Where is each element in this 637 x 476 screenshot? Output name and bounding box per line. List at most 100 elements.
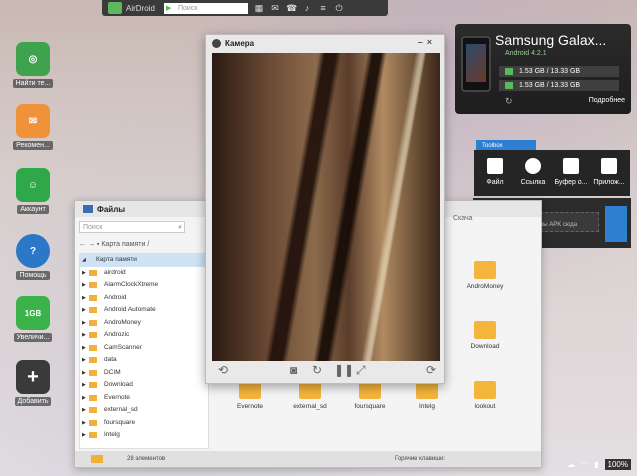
- pause-icon[interactable]: ❚❚: [334, 363, 354, 377]
- folder-label: foursquare: [354, 403, 386, 410]
- expand-icon[interactable]: ▶: [82, 417, 86, 430]
- folder-icon: [83, 205, 93, 213]
- close-icon[interactable]: ×: [427, 37, 436, 47]
- expand-icon[interactable]: ▶: [82, 304, 86, 317]
- mail-icon: ✉: [16, 104, 50, 138]
- folder-label: Download: [470, 343, 500, 350]
- tree-item[interactable]: ▶ Android: [80, 292, 208, 305]
- expand-icon[interactable]: ▶: [82, 279, 86, 292]
- tree-label: Androzic: [104, 331, 130, 338]
- tree-root[interactable]: ◢ Карта памяти: [80, 254, 208, 267]
- details-link[interactable]: Подробнее: [589, 97, 625, 104]
- expand-icon[interactable]: ▶: [82, 292, 86, 305]
- folder-item[interactable]: Download: [455, 321, 515, 350]
- tree-item[interactable]: ▶ data: [80, 354, 208, 367]
- files-search-input[interactable]: Поиск ⌕: [79, 221, 185, 233]
- device-name: Samsung Galax...: [495, 32, 607, 48]
- cloud-icon[interactable]: ☁: [567, 460, 575, 469]
- camera-icon: [212, 38, 221, 48]
- dock-add[interactable]: + Добавить: [6, 360, 60, 406]
- tree-item[interactable]: ▶ Intelg: [80, 429, 208, 442]
- breadcrumb[interactable]: ← → ▪ Карта памяти /: [79, 239, 149, 251]
- refresh-icon[interactable]: ↻: [505, 96, 513, 107]
- expand-icon[interactable]: ▶: [82, 317, 86, 330]
- dock-recommend[interactable]: ✉ Рекомен...: [6, 104, 60, 150]
- snapshot-icon[interactable]: ◙: [290, 363, 297, 377]
- tool-clipboard[interactable]: Буфер о...: [552, 158, 590, 196]
- folder-item[interactable]: external_sd: [280, 381, 340, 410]
- tool-apps[interactable]: Прилож...: [590, 158, 628, 196]
- tree-item[interactable]: ▶ Evernote: [80, 392, 208, 405]
- power-icon[interactable]: ⏻: [334, 3, 344, 13]
- locate-icon: ◎: [16, 42, 50, 76]
- tree-item[interactable]: ▶ Download: [80, 379, 208, 392]
- airdroid-logo-icon: [108, 2, 122, 14]
- expand-icon[interactable]: ▶: [82, 404, 86, 417]
- rotate-icon[interactable]: ↻: [312, 363, 322, 377]
- expand-icon[interactable]: ▶: [82, 267, 86, 280]
- minimize-icon[interactable]: –: [418, 37, 427, 47]
- folder-tree: ◢ Карта памяти ▶ airdroid ▶ AlarmClockXtrem…: [79, 253, 209, 449]
- phone-icon[interactable]: ☎: [286, 3, 297, 13]
- collapse-icon[interactable]: ◢: [82, 254, 86, 267]
- forward-icon[interactable]: →: [88, 241, 95, 248]
- expand-icon[interactable]: ▶: [82, 354, 86, 367]
- apk-install-icon[interactable]: [605, 206, 627, 242]
- mail-icon[interactable]: ✉: [270, 3, 280, 13]
- tree-item[interactable]: ▶ external_sd: [80, 404, 208, 417]
- upload-link[interactable]: Скача: [453, 215, 473, 222]
- sync-icon[interactable]: ⟳: [426, 363, 436, 377]
- expand-icon[interactable]: ▶: [82, 429, 86, 442]
- dock-find-phone[interactable]: ◎ Найти те...: [6, 42, 60, 88]
- hotkeys-label[interactable]: Горячие клавиши:: [395, 451, 445, 467]
- menu-icon[interactable]: ≡: [318, 3, 328, 13]
- folder-item[interactable]: Intelg: [397, 381, 457, 410]
- tool-file[interactable]: Файл: [476, 158, 514, 196]
- window-controls[interactable]: –×: [418, 37, 436, 47]
- expand-icon[interactable]: ▶: [82, 329, 86, 342]
- tree-item[interactable]: ▶ Androzic: [80, 329, 208, 342]
- back-icon[interactable]: ←: [79, 241, 86, 248]
- device-os: Android 4.2.1: [505, 50, 547, 57]
- folder-item[interactable]: Evernote: [220, 381, 280, 410]
- folder-icon: [474, 321, 496, 339]
- bell-icon[interactable]: ♪: [302, 3, 312, 13]
- tool-label: Файл: [486, 179, 504, 186]
- fullscreen-icon[interactable]: ⤢: [356, 363, 366, 378]
- dock-increase[interactable]: 1GB Увеличи...: [6, 296, 60, 342]
- help-icon: ?: [16, 234, 50, 268]
- folder-label: Intelg: [419, 403, 435, 410]
- tree-item[interactable]: ▶ Android Automate: [80, 304, 208, 317]
- tree-item[interactable]: ▶ AndroMoney: [80, 317, 208, 330]
- window-title: Камера: [225, 38, 255, 48]
- folder-item[interactable]: AndroMoney: [455, 261, 515, 290]
- tree-item[interactable]: ▶ AlarmClockXtreme: [80, 279, 208, 292]
- search-icon[interactable]: ⌕: [178, 222, 182, 233]
- expand-icon[interactable]: ▶: [82, 392, 86, 405]
- camera-titlebar[interactable]: Камера –×: [206, 35, 444, 51]
- tree-item[interactable]: ▶ CamScanner: [80, 342, 208, 355]
- folder-item[interactable]: foursquare: [340, 381, 400, 410]
- tree-item[interactable]: ▶ DCIM: [80, 367, 208, 380]
- top-search-input[interactable]: Поиск: [164, 2, 248, 14]
- sd-card-icon: ▪: [96, 241, 100, 248]
- tree-label: AndroMoney: [104, 318, 141, 326]
- apps-icon[interactable]: ▦: [254, 3, 264, 13]
- tree-item[interactable]: ▶ airdroid: [80, 267, 208, 280]
- sd-card-icon: [505, 68, 513, 75]
- tool-link[interactable]: Ссылка: [514, 158, 552, 196]
- dock-help[interactable]: ? Помощь: [6, 234, 60, 280]
- folder-item[interactable]: lookout: [455, 381, 515, 410]
- tree-item[interactable]: ▶ foursquare: [80, 417, 208, 430]
- tree-label: airdroid: [104, 268, 126, 276]
- folder-label: lookout: [474, 403, 496, 410]
- folder-icon: [89, 344, 97, 351]
- switch-camera-icon[interactable]: ⟲: [218, 363, 228, 377]
- expand-icon[interactable]: ▶: [82, 379, 86, 392]
- tree-label: Intelg: [104, 431, 120, 438]
- folder-icon: [89, 307, 97, 313]
- expand-icon[interactable]: ▶: [82, 367, 86, 380]
- expand-icon[interactable]: ▶: [82, 342, 86, 355]
- dock-account[interactable]: ☺ Аккаунт: [6, 168, 60, 214]
- folder-label: AndroMoney: [466, 283, 504, 290]
